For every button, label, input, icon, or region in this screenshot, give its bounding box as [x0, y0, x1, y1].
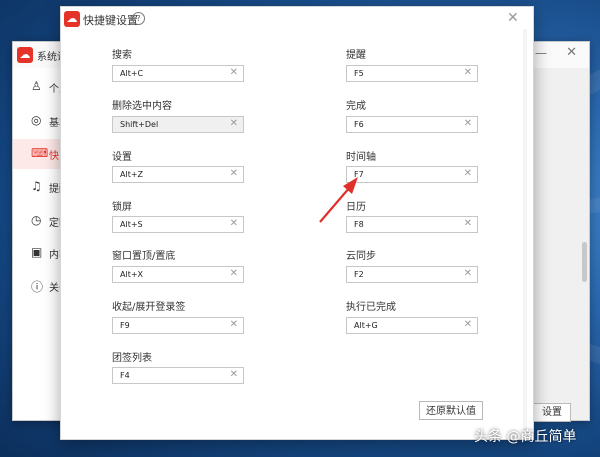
watermark-text: 头条 @商丘简单 — [474, 429, 577, 445]
annotation-arrow-icon — [319, 177, 358, 223]
